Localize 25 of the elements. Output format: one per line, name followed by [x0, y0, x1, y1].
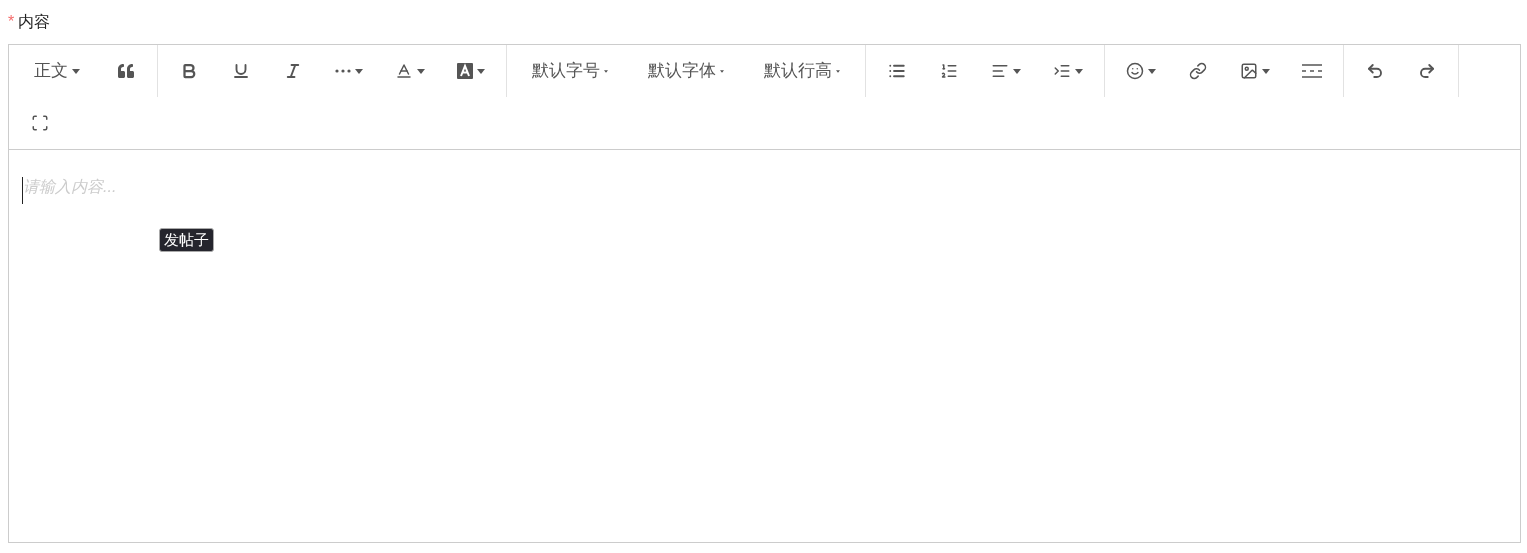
numbered-list-icon	[940, 62, 958, 80]
toolbar-dropdown[interactable]: 正文	[14, 51, 100, 91]
toolbar-dropdown[interactable]: 默认字号	[512, 51, 628, 91]
bullet-list-icon	[888, 62, 906, 80]
undo-icon	[1366, 62, 1384, 80]
link-icon	[1189, 62, 1207, 80]
toolbar-dropdown[interactable]: 默认字体	[628, 51, 744, 91]
bold-icon	[180, 62, 198, 80]
quote-icon	[118, 63, 134, 79]
image-icon	[1240, 62, 1258, 80]
required-mark: *	[8, 12, 15, 32]
highlight-icon	[457, 63, 473, 79]
indent-icon	[1053, 62, 1071, 80]
smiley-icon	[1126, 62, 1144, 80]
horizontal-rule-icon	[1302, 63, 1322, 79]
underline-icon	[232, 62, 250, 80]
tooltip: 发帖子	[159, 228, 214, 252]
align-left-icon	[991, 62, 1009, 80]
field-label: 内容	[18, 12, 51, 32]
font-color-icon	[395, 62, 413, 80]
italic-icon	[284, 62, 302, 80]
fullscreen-icon	[31, 114, 49, 132]
toolbar-dropdown[interactable]: 默认行高	[744, 51, 860, 91]
ellipsis-icon	[335, 69, 351, 73]
redo-icon	[1418, 62, 1436, 80]
